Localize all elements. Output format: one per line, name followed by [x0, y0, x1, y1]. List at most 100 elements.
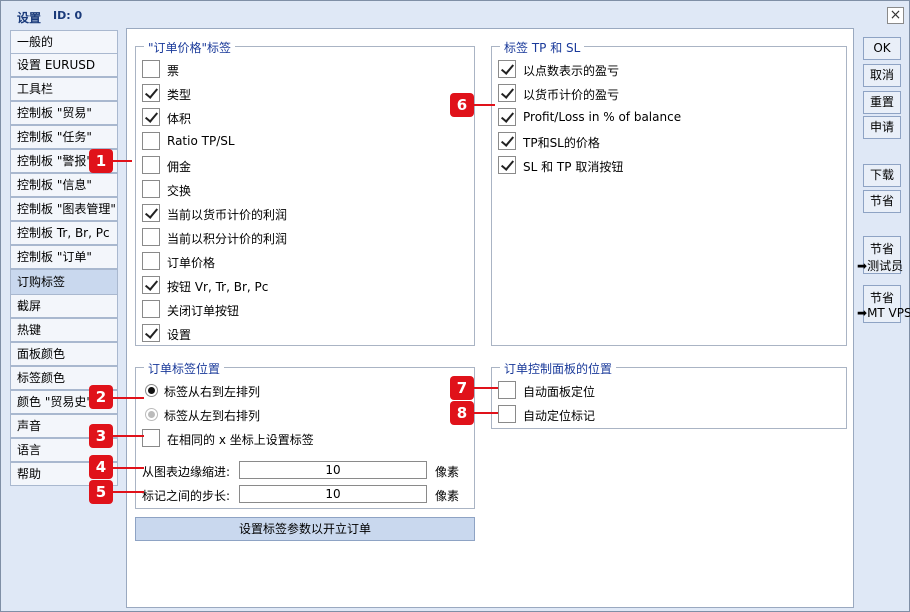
option-label: 订单价格 [167, 256, 216, 270]
close-icon: × [889, 7, 902, 23]
tp-sl-labels-group: 标签 TP 和 SL 以点数表示的盈亏 以货币计价的盈亏 Profit/Loss… [491, 39, 847, 346]
sidebar-item-panel-colors[interactable]: 面板颜色 [10, 342, 118, 366]
option-label: SL 和 TP 取消按钮 [523, 160, 624, 174]
option-label: 自动面板定位 [523, 385, 596, 399]
option-label: TP和SL的价格 [523, 136, 600, 150]
checkbox[interactable] [142, 276, 160, 294]
callout-badge-7: 7 [450, 376, 474, 400]
label-position-group: 订单标签位置 标签从右到左排列 标签从左到右排列 在相同的 x 坐标上设置标签 … [135, 360, 475, 509]
vps-label: MT VPS [867, 306, 910, 320]
option-label: 当前以货币计价的利润 [167, 208, 288, 222]
indent-label: 从图表边缘缩进: [142, 465, 231, 479]
sidebar-item-toolbar[interactable]: 工具栏 [10, 77, 118, 101]
sidebar-item-order-labels[interactable]: 订购标签 [10, 269, 118, 295]
callout-badge-3: 3 [89, 424, 113, 448]
sidebar-item-hotkeys[interactable]: 热键 [10, 318, 118, 342]
settings-dialog: 设置 ID: 0 × 一般的 设置 EURUSD 工具栏 控制板 "贸易" 控制… [0, 0, 910, 612]
checkbox[interactable] [142, 324, 160, 342]
sidebar-item-panel-tasks[interactable]: 控制板 "任务" [10, 125, 118, 149]
window-title: 设置 [17, 11, 42, 25]
checkbox[interactable] [142, 228, 160, 246]
checkbox[interactable] [498, 381, 516, 399]
save-button[interactable]: 节省 [863, 190, 901, 213]
option-label: 佣金 [167, 160, 192, 174]
sidebar-item-panel-chart-manager[interactable]: 控制板 "图表管理" [10, 197, 118, 221]
radio-button[interactable] [145, 408, 158, 421]
checkbox[interactable] [142, 156, 160, 174]
group-title: 订单控制面板的位置 [500, 360, 617, 377]
option-label: 设置 [167, 328, 192, 342]
option-label: 在相同的 x 坐标上设置标签 [167, 433, 314, 447]
tester-label: 测试员 [867, 259, 904, 273]
sidebar-item-panel-orders[interactable]: 控制板 "订单" [10, 245, 118, 269]
checkbox[interactable] [498, 132, 516, 150]
checkbox[interactable] [142, 84, 160, 102]
option-label: 当前以积分计价的利润 [167, 232, 288, 246]
reset-button[interactable]: 重置 [863, 91, 901, 114]
option-label: 票 [167, 64, 180, 78]
save-vps-button[interactable]: 节省 ➡MT VPS [857, 285, 910, 323]
option-label: 交换 [167, 184, 192, 198]
checkbox[interactable] [498, 84, 516, 102]
option-label: Ratio TP/SL [167, 134, 235, 148]
checkbox[interactable] [142, 204, 160, 222]
checkbox[interactable] [142, 180, 160, 198]
checkbox[interactable] [142, 252, 160, 270]
radio-button[interactable] [145, 384, 158, 397]
callout-leader [111, 397, 144, 399]
step-label: 标记之间的步长: [142, 489, 231, 503]
save-vps-target: ➡MT VPS [857, 306, 910, 320]
sidebar-item-screenshot[interactable]: 截屏 [10, 294, 118, 318]
apply-label-settings-button[interactable]: 设置标签参数以开立订单 [135, 517, 475, 541]
radio-label: 标签从左到右排列 [164, 409, 261, 423]
callout-badge-2: 2 [89, 385, 113, 409]
save-tester-button[interactable]: 节省 ➡测试员 [857, 236, 903, 274]
callout-leader [111, 491, 144, 493]
option-label: Profit/Loss in % of balance [523, 110, 682, 124]
checkbox[interactable] [498, 156, 516, 174]
callout-leader [111, 467, 144, 469]
option-label: 自动定位标记 [523, 409, 596, 423]
indent-input[interactable] [239, 461, 427, 479]
sidebar-item-panel-trade[interactable]: 控制板 "贸易" [10, 101, 118, 125]
option-label: 关闭订单按钮 [167, 304, 240, 318]
radio-label: 标签从右到左排列 [164, 385, 261, 399]
checkbox[interactable] [142, 132, 160, 150]
checkbox[interactable] [142, 108, 160, 126]
option-label: 体积 [167, 112, 192, 126]
download-button[interactable]: 下载 [863, 164, 901, 187]
callout-leader [111, 435, 144, 437]
sidebar-item-panel-info[interactable]: 控制板 "信息" [10, 173, 118, 197]
apply-button[interactable]: 申请 [863, 116, 901, 139]
callout-badge-1: 1 [89, 149, 113, 173]
sidebar-item-panel-tr-br-pc[interactable]: 控制板 Tr, Br, Pc [10, 221, 118, 245]
sidebar-item-general[interactable]: 一般的 [10, 30, 118, 54]
close-button[interactable]: × [887, 7, 904, 24]
checkbox[interactable] [498, 60, 516, 78]
save-tester-target: ➡测试员 [857, 257, 903, 274]
arrow-right-icon: ➡ [857, 306, 868, 320]
checkbox[interactable] [142, 60, 160, 78]
window-id-label: ID: 0 [53, 9, 83, 22]
sidebar-item-symbol-settings[interactable]: 设置 EURUSD [10, 53, 118, 77]
checkbox[interactable] [498, 108, 516, 126]
option-label: 以货币计价的盈亏 [523, 88, 620, 102]
checkbox[interactable] [142, 300, 160, 318]
group-title: "订单价格"标签 [144, 39, 236, 56]
option-label: 按钮 Vr, Tr, Br, Pc [167, 280, 269, 294]
option-label: 类型 [167, 88, 192, 102]
step-unit: 像素 [435, 489, 460, 503]
content-panel: "订单价格"标签 票 类型 体积 Ratio TP/SL 佣金 交换 当前以货币… [126, 28, 854, 608]
order-price-labels-group: "订单价格"标签 票 类型 体积 Ratio TP/SL 佣金 交换 当前以货币… [135, 39, 475, 346]
arrow-right-icon: ➡ [857, 259, 868, 273]
cancel-button[interactable]: 取消 [863, 64, 901, 87]
step-input[interactable] [239, 485, 427, 503]
checkbox[interactable] [142, 429, 160, 447]
callout-badge-5: 5 [89, 480, 113, 504]
checkbox[interactable] [498, 405, 516, 423]
ok-button[interactable]: OK [863, 37, 901, 60]
callout-leader [111, 160, 132, 162]
callout-badge-8: 8 [450, 401, 474, 425]
control-panel-position-group: 订单控制面板的位置 自动面板定位 自动定位标记 [491, 360, 847, 429]
option-label: 以点数表示的盈亏 [523, 64, 620, 78]
